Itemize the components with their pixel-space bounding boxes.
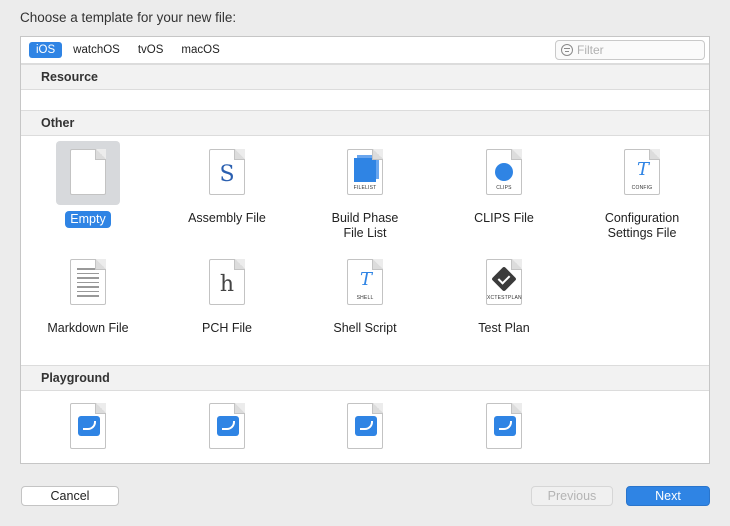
template-pch-file[interactable]: h PCH File <box>162 251 292 336</box>
swift-playground-icon <box>486 403 522 449</box>
filter-input[interactable] <box>577 43 697 57</box>
template-playground[interactable] <box>300 395 430 459</box>
template-clips-file[interactable]: CLIPS CLIPS File <box>439 141 569 226</box>
template-empty[interactable]: Empty <box>23 141 153 228</box>
template-label: Markdown File <box>47 321 129 335</box>
tab-ios[interactable]: iOS <box>29 42 63 58</box>
previous-button[interactable]: Previous <box>531 486 613 506</box>
shell-script-icon: T SHELL <box>347 259 383 305</box>
template-assembly-file[interactable]: S Assembly File <box>162 141 292 226</box>
filter-field[interactable] <box>555 40 705 60</box>
test-plan-icon: XCTESTPLAN <box>486 259 522 305</box>
template-playground[interactable] <box>23 395 153 459</box>
template-configuration-settings-file[interactable]: T CONFIG Configuration Settings File <box>577 141 707 241</box>
template-label: Configuration Settings File <box>604 211 680 240</box>
tab-watchos[interactable]: watchOS <box>66 42 127 58</box>
template-label: Shell Script <box>333 321 397 335</box>
template-build-phase-file-list[interactable]: FILELIST Build Phase File List <box>300 141 430 241</box>
next-button[interactable]: Next <box>626 486 710 506</box>
platform-tab-bar: iOS watchOS tvOS macOS <box>21 37 709 64</box>
filelist-icon: FILELIST <box>347 149 383 195</box>
template-label: PCH File <box>201 321 252 335</box>
section-header-playground: Playground <box>21 365 709 391</box>
assembly-file-icon: S <box>209 149 245 195</box>
template-markdown-file[interactable]: Markdown File <box>23 251 153 336</box>
template-label: Build Phase File List <box>331 211 399 240</box>
section-header-resource: Resource <box>21 64 709 90</box>
dialog-prompt: Choose a template for your new file: <box>20 10 237 25</box>
empty-file-icon <box>70 149 106 195</box>
template-shell-script[interactable]: T SHELL Shell Script <box>300 251 430 336</box>
swift-playground-icon <box>70 403 106 449</box>
tab-tvos[interactable]: tvOS <box>131 42 171 58</box>
clips-file-icon: CLIPS <box>486 149 522 195</box>
swift-playground-icon <box>347 403 383 449</box>
template-test-plan[interactable]: XCTESTPLAN Test Plan <box>439 251 569 336</box>
cancel-button[interactable]: Cancel <box>21 486 119 506</box>
template-panel: iOS watchOS tvOS macOS Resource Other Em… <box>20 36 710 464</box>
template-label: Test Plan <box>478 321 530 335</box>
markdown-file-icon <box>70 259 106 305</box>
swift-playground-icon <box>209 403 245 449</box>
template-label: CLIPS File <box>474 211 534 225</box>
template-label: Assembly File <box>188 211 266 225</box>
template-chooser-dialog: Choose a template for your new file: iOS… <box>0 0 730 526</box>
template-playground[interactable] <box>162 395 292 459</box>
template-label: Empty <box>65 211 111 228</box>
pch-file-icon: h <box>209 259 245 305</box>
config-file-icon: T CONFIG <box>624 149 660 195</box>
template-playground[interactable] <box>439 395 569 459</box>
filter-icon <box>561 44 573 56</box>
tab-macos[interactable]: macOS <box>174 42 226 58</box>
section-header-other: Other <box>21 110 709 136</box>
